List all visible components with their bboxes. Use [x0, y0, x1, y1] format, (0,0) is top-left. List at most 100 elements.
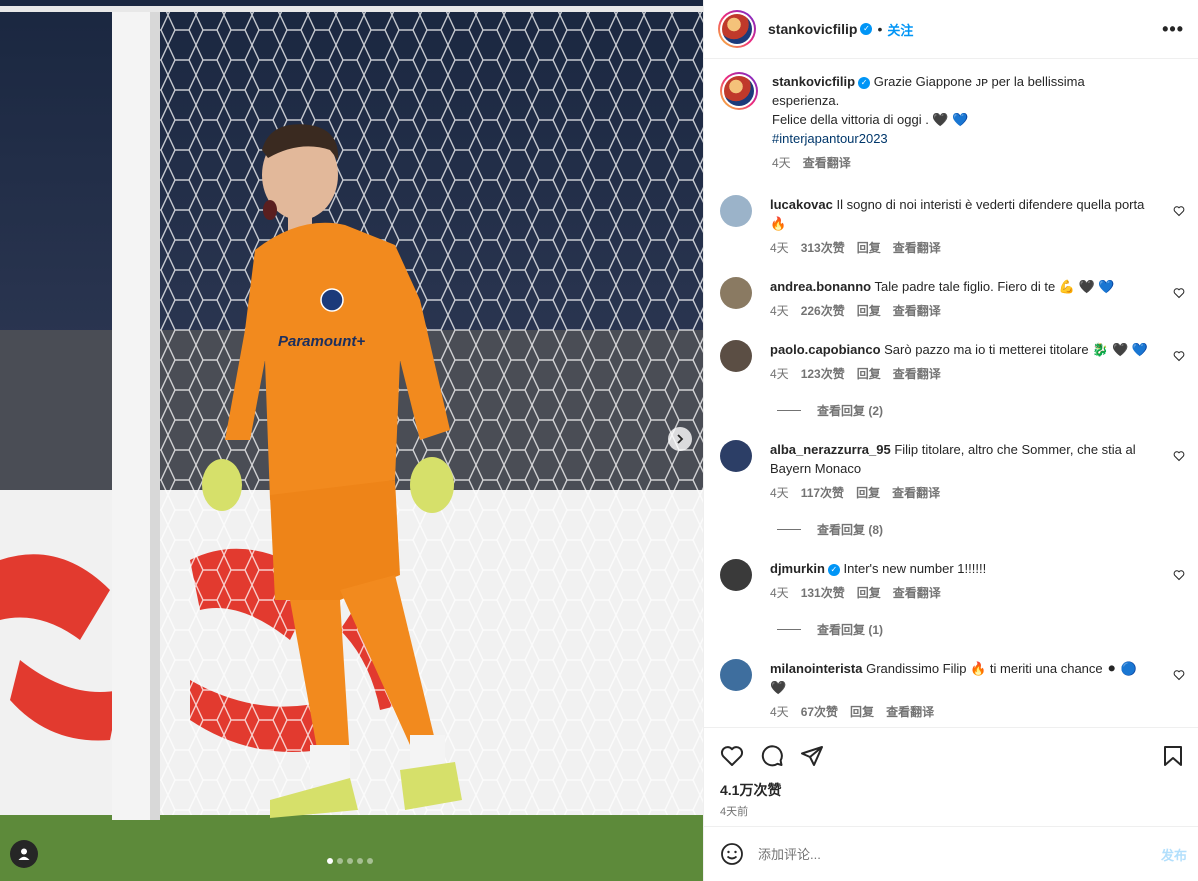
- comment-item: andrea.bonanno Tale padre tale figlio. F…: [720, 277, 1185, 321]
- comment-item: alba_nerazzurra_95 Filip titolare, altro…: [720, 440, 1185, 503]
- comment-item: paolo.capobianco Sarò pazzo ma io ti met…: [720, 340, 1185, 384]
- post-comment-button[interactable]: 发布: [1161, 845, 1187, 864]
- likes-count[interactable]: 4.1万次赞: [720, 780, 1185, 800]
- comment-time[interactable]: 4天: [770, 302, 789, 321]
- emoji-picker-icon[interactable]: [720, 842, 744, 866]
- comment-likes[interactable]: 226次赞: [801, 302, 845, 321]
- comment-username[interactable]: lucakovac: [770, 197, 833, 212]
- author-avatar[interactable]: [718, 10, 756, 48]
- save-bookmark-icon[interactable]: [1161, 744, 1185, 768]
- comment-username[interactable]: andrea.bonanno: [770, 279, 871, 294]
- caption-text-line2: Felice della vittoria di oggi . 🖤 💙: [772, 112, 969, 127]
- more-options-icon[interactable]: •••: [1162, 19, 1184, 40]
- reply-button[interactable]: 回复: [857, 239, 881, 258]
- comment-item: lucakovac Il sogno di noi interisti è ve…: [720, 195, 1185, 258]
- see-translation-button[interactable]: 查看翻译: [886, 703, 934, 722]
- comment-likes[interactable]: 67次赞: [801, 703, 838, 722]
- separator-dot: •: [877, 21, 883, 37]
- post-actions: 4.1万次赞 4天前: [704, 727, 1198, 819]
- like-comment-heart-icon[interactable]: [1173, 350, 1185, 362]
- author-username[interactable]: stankovicfilip: [768, 21, 857, 37]
- caption-hashtag[interactable]: #interjapantour2023: [772, 131, 888, 146]
- like-comment-heart-icon[interactable]: [1173, 205, 1185, 217]
- comment-bubble-icon[interactable]: [760, 744, 784, 768]
- comment-username[interactable]: milanointerista: [770, 661, 862, 676]
- carousel-dot: [347, 858, 353, 864]
- comment-time[interactable]: 4天: [770, 703, 789, 722]
- comment-username[interactable]: paolo.capobianco: [770, 342, 881, 357]
- view-replies-label[interactable]: 查看回复 (8): [817, 521, 883, 538]
- like-comment-heart-icon[interactable]: [1173, 669, 1185, 681]
- view-replies-label[interactable]: 查看回复 (2): [817, 402, 883, 419]
- comment-likes[interactable]: 117次赞: [801, 484, 844, 503]
- view-replies-button[interactable]: 查看回复 (1): [777, 619, 1185, 639]
- commenter-avatar[interactable]: [720, 195, 752, 227]
- caption: stankovicfilip ✓ Grazie Giappone ᴊᴘ per l…: [720, 72, 1185, 173]
- caption-username[interactable]: stankovicfilip: [772, 74, 855, 89]
- comment-likes[interactable]: 131次赞: [801, 584, 845, 603]
- like-comment-heart-icon[interactable]: [1173, 450, 1185, 462]
- comments-list[interactable]: stankovicfilip ✓ Grazie Giappone ᴊᴘ per l…: [704, 60, 1198, 727]
- see-translation-button[interactable]: 查看翻译: [893, 239, 941, 258]
- commenter-avatar[interactable]: [720, 659, 752, 691]
- reply-button[interactable]: 回复: [857, 365, 881, 384]
- reply-button[interactable]: 回复: [850, 703, 874, 722]
- verified-badge-icon: ✓: [827, 563, 840, 576]
- reply-button[interactable]: 回复: [857, 302, 881, 321]
- comment-time[interactable]: 4天: [770, 365, 789, 384]
- jersey-sponsor-text: Paramount+: [278, 333, 365, 350]
- see-translation-button[interactable]: 查看翻译: [892, 484, 940, 503]
- post-photo: Paramount+: [0, 0, 703, 881]
- tagged-users-button[interactable]: [10, 840, 38, 868]
- post-media[interactable]: Paramount+: [0, 0, 703, 881]
- view-replies-button[interactable]: 查看回复 (8): [777, 519, 1185, 539]
- see-translation-button[interactable]: 查看翻译: [893, 584, 941, 603]
- replies-divider: [777, 528, 801, 530]
- comment-text: Inter's new number 1!!!!!!: [843, 561, 987, 576]
- see-translation-button[interactable]: 查看翻译: [893, 365, 941, 384]
- comment-likes[interactable]: 313次赞: [801, 239, 845, 258]
- post-date[interactable]: 4天前: [720, 803, 1185, 819]
- caption-time[interactable]: 4天: [772, 154, 791, 173]
- like-heart-icon[interactable]: [720, 744, 744, 768]
- comment-username[interactable]: alba_nerazzurra_95: [770, 442, 891, 457]
- post-side-panel: stankovicfilip ✓ • 关注 ••• stankovicfilip…: [703, 0, 1198, 881]
- comment-username[interactable]: djmurkin: [770, 561, 825, 576]
- commenter-avatar[interactable]: [720, 340, 752, 372]
- verified-badge-icon: ✓: [858, 76, 871, 89]
- replies-divider: [777, 409, 801, 411]
- see-translation-button[interactable]: 查看翻译: [803, 154, 851, 173]
- chevron-right-icon: [677, 434, 684, 444]
- comment-time[interactable]: 4天: [770, 584, 789, 603]
- share-send-icon[interactable]: [800, 744, 824, 768]
- comment-input[interactable]: [758, 846, 1161, 862]
- view-replies-label[interactable]: 查看回复 (1): [817, 621, 883, 638]
- commenter-avatar[interactable]: [720, 559, 752, 591]
- like-comment-heart-icon[interactable]: [1173, 287, 1185, 299]
- commenter-avatar[interactable]: [720, 277, 752, 309]
- add-comment-bar: 发布: [704, 826, 1198, 881]
- carousel-dots: [327, 858, 373, 864]
- comment-time[interactable]: 4天: [770, 239, 789, 258]
- follow-button[interactable]: 关注: [887, 20, 913, 39]
- like-comment-heart-icon[interactable]: [1173, 569, 1185, 581]
- carousel-dot: [357, 858, 363, 864]
- comment-time[interactable]: 4天: [770, 484, 789, 503]
- commenter-avatar[interactable]: [720, 440, 752, 472]
- next-slide-button[interactable]: [668, 427, 692, 451]
- user-icon: [18, 848, 30, 860]
- see-translation-button[interactable]: 查看翻译: [893, 302, 941, 321]
- reply-button[interactable]: 回复: [857, 584, 881, 603]
- comment-likes[interactable]: 123次赞: [801, 365, 845, 384]
- replies-divider: [777, 628, 801, 630]
- carousel-dot: [337, 858, 343, 864]
- comment-text: Tale padre tale figlio. Fiero di te 💪 🖤 …: [874, 279, 1115, 294]
- view-replies-button[interactable]: 查看回复 (2): [777, 400, 1185, 420]
- author-avatar[interactable]: [720, 72, 758, 110]
- carousel-dot: [327, 858, 333, 864]
- comment-text: Sarò pazzo ma io ti metterei titolare 🐉 …: [884, 342, 1149, 357]
- reply-button[interactable]: 回复: [856, 484, 880, 503]
- carousel-dot: [367, 858, 373, 864]
- comment-item: djmurkin ✓ Inter's new number 1!!!!!! 4天 …: [720, 559, 1185, 603]
- comment-item: milanointerista Grandissimo Filip 🔥 ti m…: [720, 659, 1185, 722]
